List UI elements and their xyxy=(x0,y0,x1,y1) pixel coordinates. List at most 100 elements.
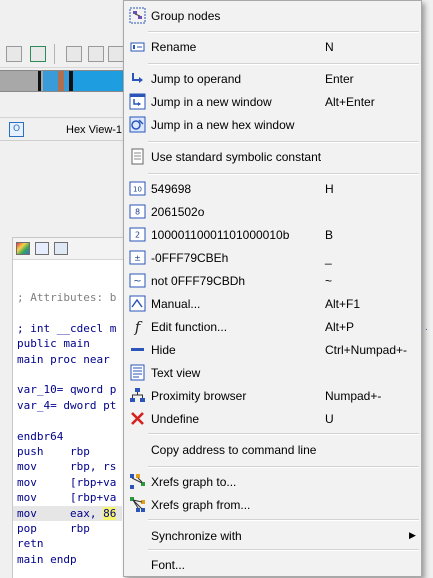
graph-overview-icon[interactable] xyxy=(54,242,68,255)
code-line[interactable]: pop rbp xyxy=(17,521,122,536)
menu-separator-highlight xyxy=(148,467,419,468)
toolbar-button[interactable] xyxy=(66,46,82,62)
menu-item-proximity-browser[interactable]: Proximity browser Numpad+- xyxy=(124,384,421,407)
menu-item-label: Xrefs graph to... xyxy=(151,475,237,489)
menu-item-xrefs-to[interactable]: Xrefs graph to... xyxy=(124,470,421,493)
code-line[interactable]: ; int __cdecl m xyxy=(17,321,122,336)
menu-item-octal[interactable]: 8 2061502o xyxy=(124,200,421,223)
toolbar-button[interactable] xyxy=(88,46,104,62)
negate-icon: ± xyxy=(129,249,146,266)
menu-separator-highlight xyxy=(148,520,419,521)
menu-item-symbolic-constant[interactable]: Use standard symbolic constant xyxy=(124,145,421,168)
menu-separator-highlight xyxy=(148,434,419,435)
menu-item-decimal[interactable]: 10 549698 H xyxy=(124,177,421,200)
blank-pane xyxy=(0,141,125,236)
edit-graph-icon[interactable] xyxy=(35,242,49,255)
code-text: mov eax, xyxy=(17,506,104,520)
menu-item-label: Manual... xyxy=(151,297,201,311)
binary-icon: 2 xyxy=(129,226,146,243)
menu-item-hide[interactable]: Hide Ctrl+Numpad+- xyxy=(124,338,421,361)
code-line[interactable]: main endp xyxy=(17,552,122,567)
svg-text:10: 10 xyxy=(133,186,142,194)
toolbar-button[interactable] xyxy=(30,46,46,62)
toolbar-button[interactable] xyxy=(6,46,22,62)
code-line[interactable]: mov eax, 86 xyxy=(13,505,122,522)
menu-item-jump-operand[interactable]: Jump to operand Enter xyxy=(124,67,421,90)
menu-item-copy-address[interactable]: Copy address to command line xyxy=(124,438,421,461)
menu-item-label: 10000110001101000010b xyxy=(151,228,290,242)
menu-item-label: Xrefs graph from... xyxy=(151,498,251,512)
toolbar-button[interactable] xyxy=(108,46,124,62)
menu-separator-highlight xyxy=(148,550,419,551)
code-text: main proc near xyxy=(17,352,110,366)
nav-segment xyxy=(73,71,125,91)
code-line[interactable]: var_10= qword p xyxy=(17,382,122,397)
tab-hex-view[interactable]: Hex View-1 xyxy=(66,124,122,136)
svg-text:f: f xyxy=(134,318,143,335)
menu-separator-highlight xyxy=(148,64,419,65)
menu-item-font[interactable]: Font... xyxy=(124,553,421,576)
menu-item-label: Jump in a new hex window xyxy=(151,118,295,132)
document-icon xyxy=(129,148,146,165)
code-text: ; int __cdecl m xyxy=(17,321,117,335)
code-line[interactable]: main proc near xyxy=(17,352,122,367)
menu-item-label: Use standard symbolic constant xyxy=(151,150,322,164)
manual-icon xyxy=(129,295,146,312)
code-line[interactable]: mov [rbp+va xyxy=(17,475,122,490)
code-line[interactable]: var_4= dword pt xyxy=(17,398,122,413)
menu-item-label: Hide xyxy=(151,343,176,357)
hex-view-icon[interactable]: O xyxy=(9,122,24,137)
menu-item-shortcut: _ xyxy=(325,251,332,265)
menu-item-negate[interactable]: ± -0FFF79CBEh _ xyxy=(124,246,421,269)
menu-item-synchronize[interactable]: Synchronize with ▶ xyxy=(124,524,421,547)
group-nodes-icon xyxy=(129,7,146,24)
ida-view-pane: ; Attributes: b ; int __cdecl m public mai… xyxy=(12,237,125,578)
menu-item-label: Group nodes xyxy=(151,9,221,23)
color-palette-icon[interactable] xyxy=(16,242,30,255)
menu-separator-highlight xyxy=(148,32,419,33)
hide-icon xyxy=(129,341,146,358)
menu-item-binary[interactable]: 2 10000110001101000010b B xyxy=(124,223,421,246)
code-line[interactable]: ; Attributes: b xyxy=(17,290,122,305)
code-text: mov [rbp+va xyxy=(17,475,117,489)
menu-item-text-view[interactable]: Text view xyxy=(124,361,421,384)
code-line[interactable]: mov rbp, rs xyxy=(17,459,122,474)
menu-item-label: 2061502o xyxy=(151,205,205,219)
menu-item-label: Text view xyxy=(151,366,201,380)
code-line[interactable]: mov [rbp+va xyxy=(17,490,122,505)
highlighted-operand[interactable]: 86 xyxy=(103,506,117,520)
menu-item-bitwise-not[interactable]: ~ not 0FFF79CBDh ~ xyxy=(124,269,421,292)
code-text: ; Attributes: b xyxy=(17,291,117,304)
menu-item-shortcut: U xyxy=(325,412,334,426)
ida-view-toolbar xyxy=(13,238,125,260)
code-line[interactable]: push rbp xyxy=(17,444,122,459)
code-blank-line[interactable] xyxy=(17,413,122,428)
code-text: endbr64 xyxy=(17,429,64,443)
view-tabs: O Hex View-1 xyxy=(0,117,125,141)
menu-item-edit-function[interactable]: f Edit function... Alt+P xyxy=(124,315,421,338)
code-line[interactable]: retn xyxy=(17,536,122,551)
function-icon: f xyxy=(129,318,146,335)
menu-item-jump-new-window[interactable]: Jump in a new window Alt+Enter xyxy=(124,90,421,113)
undefine-icon xyxy=(129,410,146,427)
code-blank-line[interactable] xyxy=(17,305,122,320)
menu-item-group-nodes[interactable]: Group nodes xyxy=(124,4,421,27)
nav-segment xyxy=(43,71,58,91)
code-blank-line[interactable] xyxy=(17,367,122,382)
code-line[interactable]: public main xyxy=(17,336,122,351)
menu-item-manual[interactable]: Manual... Alt+F1 xyxy=(124,292,421,315)
disassembly-listing[interactable]: ; Attributes: b ; int __cdecl m public mai… xyxy=(13,290,122,567)
menu-item-rename[interactable]: Rename N xyxy=(124,35,421,58)
menu-item-undefine[interactable]: Undefine U xyxy=(124,407,421,430)
proximity-icon xyxy=(129,387,146,404)
menu-item-shortcut: Alt+F1 xyxy=(325,297,361,311)
menu-item-xrefs-from[interactable]: Xrefs graph from... xyxy=(124,493,421,516)
menu-separator-highlight xyxy=(148,142,419,143)
svg-text:8: 8 xyxy=(135,208,140,217)
navigation-band[interactable] xyxy=(0,70,125,92)
menu-item-jump-hex-window[interactable]: Jump in a new hex window xyxy=(124,113,421,136)
xrefs-from-icon xyxy=(129,496,146,513)
svg-text:~: ~ xyxy=(133,276,141,287)
menu-item-label: -0FFF79CBEh xyxy=(151,251,229,265)
code-line[interactable]: endbr64 xyxy=(17,429,122,444)
